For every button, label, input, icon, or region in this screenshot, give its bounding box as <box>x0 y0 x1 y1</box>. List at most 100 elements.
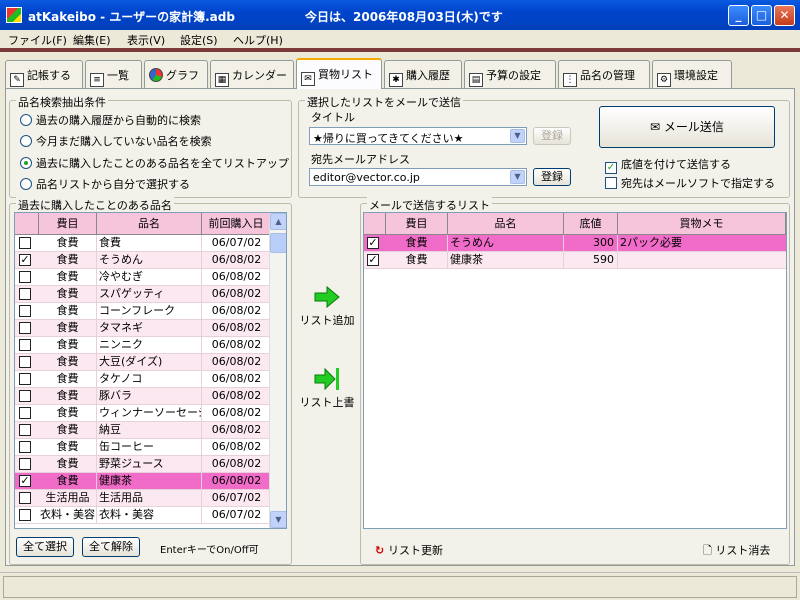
row-checkbox[interactable]: ✓ <box>19 475 31 487</box>
minimize-button[interactable]: _ <box>728 5 749 26</box>
radio-select-manual[interactable]: 品名リストから自分で選択する <box>20 176 190 192</box>
row-checkbox[interactable] <box>19 390 31 402</box>
check-include-price[interactable]: ✓ 底値を付けて送信する <box>605 156 731 174</box>
radio-not-purchased[interactable]: 今月まだ購入していない品名を検索 <box>20 133 212 149</box>
tab-item-management[interactable]: ⋮ 品名の管理 <box>558 60 650 88</box>
add-to-list-button[interactable]: リスト追加 <box>295 285 359 328</box>
table-row[interactable]: ✓ 食費 健康茶 06/08/02 <box>15 473 271 490</box>
refresh-list-button[interactable]: ↻ リスト更新 <box>375 542 443 558</box>
tab-shopping-list[interactable]: ✉ 買物リスト <box>296 58 382 89</box>
mail-title-combo[interactable]: ★帰りに買ってきてください★ ▼ <box>309 127 527 145</box>
table-row[interactable]: 生活用品 生活用品 06/07/02 <box>15 490 271 507</box>
arrow-right-bar-icon <box>314 367 339 391</box>
tab-graph[interactable]: グラフ <box>144 60 208 88</box>
table-row[interactable]: 食費 缶コーヒー 06/08/02 <box>15 439 271 456</box>
table-row[interactable]: ✓ 食費 そうめん 300 2パック必要 <box>364 235 786 252</box>
table-row[interactable]: 食費 冷やむぎ 06/08/02 <box>15 269 271 286</box>
chevron-down-icon[interactable]: ▼ <box>510 170 525 184</box>
row-item-name: 野菜ジュース <box>99 456 202 472</box>
overwrite-list-button[interactable]: リスト上書 <box>295 367 359 410</box>
tab-label: 環境設定 <box>674 69 718 82</box>
table-row[interactable]: 食費 ウィンナーソーセージ 06/08/02 <box>15 405 271 422</box>
close-button[interactable]: ✕ <box>774 5 795 26</box>
menu-edit[interactable]: 編集(E) <box>73 32 111 48</box>
row-checkbox[interactable] <box>19 271 31 283</box>
row-checkbox[interactable] <box>19 458 31 470</box>
row-checkbox[interactable] <box>19 322 31 334</box>
row-checkbox[interactable] <box>19 509 31 521</box>
row-checkbox[interactable] <box>19 339 31 351</box>
table-row[interactable]: 食費 野菜ジュース 06/08/02 <box>15 456 271 473</box>
send-mail-button[interactable]: ✉ メール送信 <box>599 106 775 148</box>
past-items-grid[interactable]: 費目 品名 前回購入日 食費 食費 06/07/02 ✓ 食費 そうめん 06/08/02 食… <box>14 212 287 529</box>
title-register-button[interactable]: 登録 <box>533 127 571 145</box>
menu-view[interactable]: 表示(V) <box>127 32 165 48</box>
table-row[interactable]: ✓ 食費 そうめん 06/08/02 <box>15 252 271 269</box>
send-list-grid[interactable]: 費目 品名 底値 買物メモ ✓ 食費 そうめん 300 2パック必要 ✓ 食費 健康茶 590 <box>363 212 787 529</box>
table-row[interactable]: 食費 納豆 06/08/02 <box>15 422 271 439</box>
row-item-name: ウィンナーソーセージ <box>99 405 202 421</box>
table-row[interactable]: 食費 食費 06/07/02 <box>15 235 271 252</box>
row-checkbox[interactable] <box>19 424 31 436</box>
row-last-date: 06/08/02 <box>211 355 262 368</box>
scroll-thumb[interactable] <box>270 233 286 253</box>
radio-auto-history[interactable]: 過去の購入履歴から自動的に検索 <box>20 112 201 128</box>
row-checkbox[interactable] <box>19 373 31 385</box>
table-row[interactable]: 食費 タケノコ 06/08/02 <box>15 371 271 388</box>
menu-settings[interactable]: 設定(S) <box>180 32 218 48</box>
row-checkbox[interactable] <box>19 492 31 504</box>
row-item-name: 食費 <box>99 235 202 251</box>
title-bar[interactable]: atKakeibo - ユーザーの家計簿.adb 今日は、2006年08月03日… <box>0 0 800 30</box>
tab-purchase-history[interactable]: ✱ 購入履歴 <box>384 60 462 88</box>
header-category[interactable]: 費目 <box>39 213 97 235</box>
header-item-name[interactable]: 品名 <box>448 213 564 235</box>
row-checkbox[interactable] <box>19 237 31 249</box>
row-checkbox[interactable]: ✓ <box>367 237 379 249</box>
menu-file[interactable]: ファイル(F) <box>8 32 67 48</box>
header-bottom-price[interactable]: 底値 <box>564 213 618 235</box>
row-checkbox[interactable] <box>19 305 31 317</box>
past-items-scrollbar[interactable]: ▲ ▼ <box>269 213 286 528</box>
tab-budget[interactable]: ▤ 予算の設定 <box>464 60 556 88</box>
radio-list-all-past[interactable]: 過去に購入したことのある品名を全てリストアップ <box>20 155 289 171</box>
menu-help[interactable]: ヘルプ(H) <box>233 32 283 48</box>
table-row[interactable]: 食費 ニンニク 06/08/02 <box>15 337 271 354</box>
tab-list[interactable]: ≡ 一覧 <box>85 60 142 88</box>
row-checkbox[interactable]: ✓ <box>367 254 379 266</box>
row-checkbox[interactable] <box>19 441 31 453</box>
row-checkbox[interactable] <box>19 288 31 300</box>
table-row[interactable]: ✓ 食費 健康茶 590 <box>364 252 786 269</box>
tab-preferences[interactable]: ⚙ 環境設定 <box>652 60 732 88</box>
scroll-down-arrow[interactable]: ▼ <box>270 511 286 528</box>
table-row[interactable]: 食費 大豆(ダイズ) 06/08/02 <box>15 354 271 371</box>
tab-record[interactable]: ✎ 記帳する <box>5 60 83 88</box>
header-item-name[interactable]: 品名 <box>97 213 202 235</box>
row-last-date: 06/08/02 <box>211 457 262 470</box>
table-row[interactable]: 食費 スパゲッティ 06/08/02 <box>15 286 271 303</box>
row-last-date: 06/08/02 <box>211 287 262 300</box>
row-checkbox[interactable]: ✓ <box>19 254 31 266</box>
address-register-button[interactable]: 登録 <box>533 168 571 186</box>
row-last-date: 06/07/02 <box>211 236 262 249</box>
row-checkbox[interactable] <box>19 356 31 368</box>
header-last-date[interactable]: 前回購入日 <box>202 213 271 235</box>
arrow-right-icon <box>314 285 340 309</box>
table-row[interactable]: 衣料・美容 衣料・美容 06/07/02 <box>15 507 271 524</box>
clear-list-button[interactable]: 🗋 リスト消去 <box>703 542 770 561</box>
scroll-up-arrow[interactable]: ▲ <box>270 213 286 230</box>
row-last-date: 06/08/02 <box>211 406 262 419</box>
header-category[interactable]: 費目 <box>386 213 448 235</box>
header-memo[interactable]: 買物メモ <box>618 213 786 235</box>
tab-calendar[interactable]: ▦ カレンダー <box>210 60 294 88</box>
table-row[interactable]: 食費 豚バラ 06/08/02 <box>15 388 271 405</box>
table-row[interactable]: 食費 タマネギ 06/08/02 <box>15 320 271 337</box>
table-row[interactable]: 食費 コーンフレーク 06/08/02 <box>15 303 271 320</box>
row-checkbox[interactable] <box>19 407 31 419</box>
maximize-button[interactable]: □ <box>751 5 772 26</box>
select-all-button[interactable]: 全て選択 <box>16 537 74 557</box>
check-mailer-address[interactable]: 宛先はメールソフトで指定する <box>605 175 775 191</box>
clear-all-button[interactable]: 全て解除 <box>82 537 140 557</box>
row-last-date: 06/08/02 <box>211 338 262 351</box>
chevron-down-icon[interactable]: ▼ <box>510 129 525 143</box>
mail-address-combo[interactable]: editor@vector.co.jp ▼ <box>309 168 527 186</box>
